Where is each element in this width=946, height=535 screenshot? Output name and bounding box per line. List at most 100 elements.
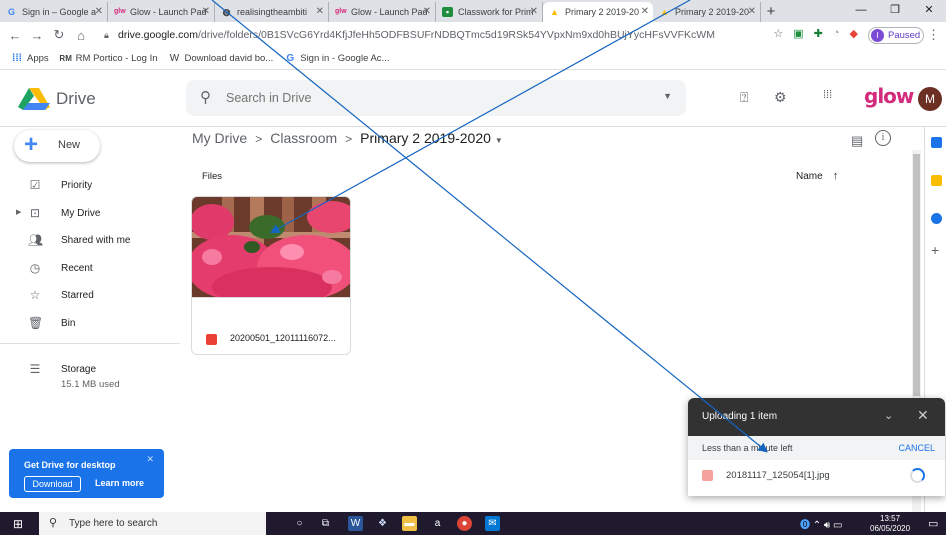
drive-logo-icon[interactable] bbox=[18, 88, 50, 110]
breadcrumb-my-drive[interactable]: My Drive bbox=[192, 130, 247, 146]
close-window-icon[interactable]: ✕ bbox=[912, 0, 946, 20]
upload-title: Uploading 1 item bbox=[702, 411, 778, 422]
w-icon: W bbox=[169, 53, 180, 64]
browser-tab-active[interactable]: ▲ Primary 2 2019-20 ✕ bbox=[543, 2, 653, 22]
folder-menu-icon[interactable]: ▼ bbox=[495, 136, 503, 145]
close-tab-icon[interactable]: ✕ bbox=[95, 2, 103, 22]
drive-icon: ▲ bbox=[550, 7, 559, 17]
upload-file-name: 20181117_125054[1].jpg bbox=[726, 470, 830, 481]
add-on-plus-icon[interactable]: + bbox=[931, 243, 942, 257]
profile-button[interactable]: I Paused bbox=[868, 27, 924, 44]
bookmark-download[interactable]: W Download david bo... bbox=[168, 53, 273, 64]
browser-tab[interactable]: ▪ Classwork for Prim ✕ bbox=[436, 2, 543, 22]
task-view-icon[interactable]: ⧉ bbox=[318, 516, 333, 531]
close-icon[interactable]: ✕ bbox=[917, 407, 929, 424]
storage-usage: 15.1 MB used bbox=[61, 379, 120, 390]
reload-icon[interactable]: ↻ bbox=[48, 27, 70, 43]
glow-logo[interactable]: glow bbox=[864, 84, 914, 108]
close-tab-icon[interactable]: ✕ bbox=[423, 2, 431, 22]
info-icon[interactable]: i bbox=[875, 130, 891, 146]
bookmark-apps[interactable]: ⁞⁞⁞ Apps bbox=[10, 53, 49, 64]
bookmark-google-sign-in[interactable]: G Sign in - Google Ac... bbox=[283, 53, 389, 64]
upload-progress-panel: Uploading 1 item ⌄ ✕ Less than a minute … bbox=[688, 398, 945, 496]
help-icon[interactable]: ⍰ bbox=[740, 89, 748, 106]
amazon-icon[interactable]: a bbox=[430, 516, 445, 531]
home-icon[interactable]: ⌂ bbox=[70, 28, 92, 43]
sidebar-item-priority[interactable]: ☑ Priority bbox=[0, 172, 180, 198]
collapse-icon[interactable]: ⌄ bbox=[884, 409, 893, 422]
extension-icon[interactable]: ◆ bbox=[850, 27, 858, 40]
browser-menu-icon[interactable]: ⋮ bbox=[927, 27, 940, 43]
lock-icon: 🔒︎ bbox=[104, 30, 109, 40]
dropbox-icon[interactable]: ❖ bbox=[375, 516, 390, 531]
file-thumbnail bbox=[192, 197, 350, 297]
file-explorer-icon[interactable]: ▬ bbox=[402, 516, 417, 531]
breadcrumb-classroom[interactable]: Classroom bbox=[270, 130, 337, 146]
close-tab-icon[interactable]: ✕ bbox=[316, 2, 324, 22]
help-icon[interactable]: ⓿ bbox=[800, 520, 810, 531]
list-view-icon[interactable]: ▤ bbox=[851, 133, 863, 149]
browser-tab[interactable]: ɡlw Glow - Launch Pad ✕ bbox=[108, 2, 215, 22]
mail-icon[interactable]: ✉ bbox=[485, 516, 500, 531]
glow-icon: ɡlw bbox=[114, 8, 126, 15]
calendar-icon[interactable] bbox=[931, 137, 942, 148]
bookmark-rm-portico[interactable]: RM RM Portico - Log In bbox=[59, 53, 157, 64]
address-bar[interactable]: 🔒︎ drive.google.com/drive/folders/0B1SVcG… bbox=[98, 25, 738, 45]
close-promo-icon[interactable]: ✕ bbox=[146, 454, 154, 465]
system-tray[interactable]: ⓿ ⌃ 🔊︎ ▭ bbox=[800, 516, 842, 531]
app-title[interactable]: Drive bbox=[56, 89, 96, 109]
tasks-icon[interactable] bbox=[931, 213, 942, 224]
shared-icon: 👥︎ bbox=[28, 233, 44, 247]
close-tab-icon[interactable]: ✕ bbox=[748, 2, 756, 22]
windows-start-icon[interactable]: ⊞ bbox=[13, 517, 23, 531]
expand-icon[interactable]: ▶ bbox=[16, 208, 21, 216]
scrollbar-thumb[interactable] bbox=[913, 154, 920, 396]
search-input[interactable] bbox=[226, 89, 646, 107]
cortana-icon[interactable]: ○ bbox=[292, 516, 307, 531]
clock[interactable]: 13:57 06/05/2020 bbox=[870, 514, 910, 534]
sidebar-item-shared[interactable]: 👥︎ Shared with me bbox=[0, 227, 180, 253]
search-icon: ⚲ bbox=[49, 517, 58, 529]
account-avatar[interactable]: M bbox=[918, 87, 942, 111]
notification-icon[interactable]: ▭ bbox=[928, 517, 938, 530]
google-icon: G bbox=[7, 7, 15, 17]
browser-tab[interactable]: ◍ realisingtheambiti ✕ bbox=[215, 2, 329, 22]
extension-icon[interactable]: ◔ bbox=[833, 27, 840, 40]
extension-icon[interactable]: ✚ bbox=[814, 27, 823, 40]
search-icon[interactable]: ⚲ bbox=[200, 88, 211, 106]
file-card[interactable]: 20200501_12011116072... bbox=[191, 196, 351, 355]
sidebar-item-starred[interactable]: ☆ Starred bbox=[0, 282, 180, 308]
new-button[interactable]: + New bbox=[14, 130, 100, 162]
bookmark-star-icon[interactable]: ☆ bbox=[773, 27, 783, 40]
word-icon[interactable]: W bbox=[348, 516, 363, 531]
cancel-upload-button[interactable]: CANCEL bbox=[898, 443, 935, 453]
search-options-icon[interactable]: ▼ bbox=[663, 91, 672, 101]
sidebar-item-bin[interactable]: 🗑︎ Bin bbox=[0, 310, 180, 336]
forward-icon[interactable]: → bbox=[26, 28, 48, 43]
browser-tab[interactable]: ▲ Primary 2 2019-20 ✕ bbox=[653, 2, 761, 22]
download-button[interactable]: Download bbox=[24, 476, 81, 492]
taskbar-search[interactable]: ⚲ Type here to search bbox=[39, 512, 266, 535]
close-tab-icon[interactable]: ✕ bbox=[202, 2, 210, 22]
browser-tab[interactable]: ɡlw Glow - Launch Pad ✕ bbox=[329, 2, 436, 22]
priority-icon: ☑ bbox=[29, 178, 41, 192]
extension-icon[interactable]: ▣ bbox=[793, 27, 803, 40]
window-controls: — ❐ ✕ bbox=[844, 0, 946, 20]
chrome-icon[interactable]: ● bbox=[457, 516, 472, 531]
close-tab-icon[interactable]: ✕ bbox=[530, 2, 538, 22]
minimize-icon[interactable]: — bbox=[844, 0, 878, 20]
new-tab-button[interactable]: + bbox=[761, 2, 781, 22]
apps-grid-icon[interactable]: ⁞⁞⁞ bbox=[823, 89, 832, 101]
browser-tab[interactable]: G Sign in – Google a ✕ bbox=[0, 2, 108, 22]
recent-icon: ◷ bbox=[29, 261, 41, 275]
settings-gear-icon[interactable]: ⚙ bbox=[774, 89, 787, 106]
sidebar-item-recent[interactable]: ◷ Recent bbox=[0, 255, 180, 281]
back-icon[interactable]: ← bbox=[4, 28, 26, 43]
sidebar-item-my-drive[interactable]: ▶ ⊡ My Drive bbox=[0, 200, 180, 226]
sort-control[interactable]: Name ↑ bbox=[796, 170, 838, 182]
close-tab-icon[interactable]: ✕ bbox=[641, 2, 649, 22]
learn-more-link[interactable]: Learn more bbox=[95, 478, 144, 488]
maximize-icon[interactable]: ❐ bbox=[878, 0, 912, 20]
breadcrumb-current-folder[interactable]: Primary 2 2019-2020 bbox=[360, 130, 491, 146]
keep-icon[interactable] bbox=[931, 175, 942, 186]
